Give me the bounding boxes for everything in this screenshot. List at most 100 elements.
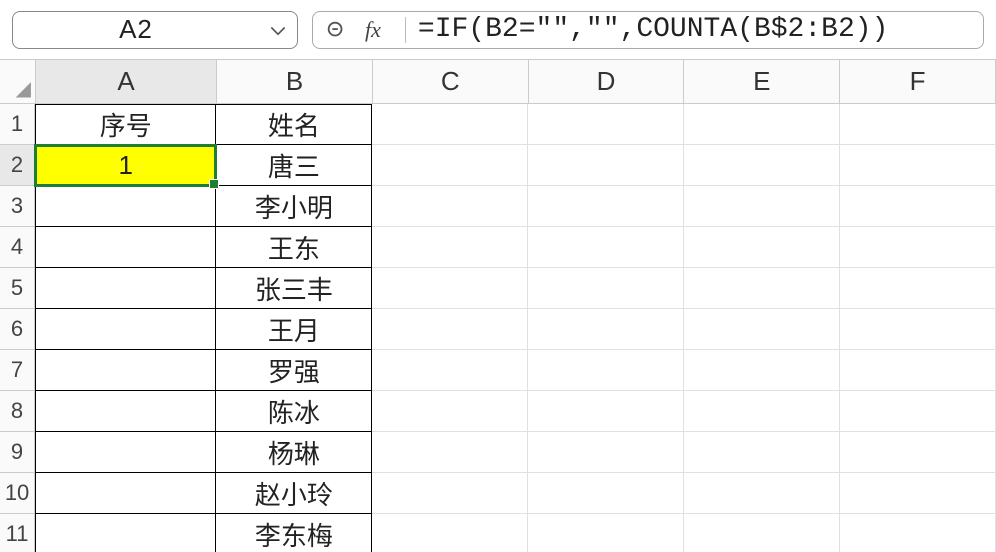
column-header-A[interactable]: A	[36, 60, 217, 104]
row-header-7[interactable]: 7	[0, 350, 35, 391]
grid-row: 4 王东	[0, 227, 996, 268]
cell-E1[interactable]	[684, 104, 840, 145]
cell-E8[interactable]	[684, 391, 840, 432]
cell-C7[interactable]	[372, 350, 528, 391]
formula-bar: A2 fx =IF(B2="","",COUNTA(B$2:B2))	[0, 0, 996, 60]
cell-D4[interactable]	[528, 227, 684, 268]
row-header-2[interactable]: 2	[0, 145, 35, 186]
row-header-6[interactable]: 6	[0, 309, 35, 350]
cell-B7[interactable]: 罗强	[216, 350, 372, 391]
row-header-3[interactable]: 3	[0, 186, 35, 227]
row-header-8[interactable]: 8	[0, 391, 35, 432]
cell-F6[interactable]	[840, 309, 996, 350]
grid-row: 21唐三	[0, 145, 996, 186]
cell-E10[interactable]	[684, 473, 840, 514]
cell-A6[interactable]	[35, 309, 216, 350]
cell-F7[interactable]	[840, 350, 996, 391]
cell-E5[interactable]	[684, 268, 840, 309]
row-header-4[interactable]: 4	[0, 227, 35, 268]
grid-row: 7 罗强	[0, 350, 996, 391]
cell-E3[interactable]	[684, 186, 840, 227]
cell-E11[interactable]	[684, 514, 840, 552]
grid-row: 1序号姓名	[0, 104, 996, 145]
column-header-C[interactable]: C	[373, 60, 529, 104]
chevron-down-icon	[268, 20, 288, 40]
grid-row: 8 陈冰	[0, 391, 996, 432]
cell-D7[interactable]	[528, 350, 684, 391]
cell-D2[interactable]	[528, 145, 684, 186]
cell-D3[interactable]	[528, 186, 684, 227]
cell-B6[interactable]: 王月	[216, 309, 372, 350]
cell-A9[interactable]	[35, 432, 216, 473]
fx-label[interactable]: fx	[365, 17, 381, 43]
cell-B3[interactable]: 李小明	[216, 186, 372, 227]
name-box[interactable]: A2	[12, 11, 298, 49]
row-header-9[interactable]: 9	[0, 432, 35, 473]
column-headers: ABCDEF	[36, 60, 996, 104]
row-header-10[interactable]: 10	[0, 473, 35, 514]
cell-C6[interactable]	[372, 309, 528, 350]
column-header-D[interactable]: D	[529, 60, 685, 104]
cell-D9[interactable]	[528, 432, 684, 473]
name-box-dropdown[interactable]	[259, 20, 297, 40]
cell-A5[interactable]	[35, 268, 216, 309]
column-header-F[interactable]: F	[840, 60, 996, 104]
cell-F1[interactable]	[840, 104, 996, 145]
cell-F2[interactable]	[840, 145, 996, 186]
grid-row: 11 李东梅	[0, 514, 996, 552]
cell-B11[interactable]: 李东梅	[216, 514, 372, 552]
cell-A2[interactable]: 1	[35, 145, 216, 186]
column-header-B[interactable]: B	[217, 60, 373, 104]
cell-F10[interactable]	[840, 473, 996, 514]
cell-C11[interactable]	[372, 514, 528, 552]
cell-E4[interactable]	[684, 227, 840, 268]
cell-C5[interactable]	[372, 268, 528, 309]
cell-D8[interactable]	[528, 391, 684, 432]
cell-F11[interactable]	[840, 514, 996, 552]
cell-A1[interactable]: 序号	[35, 104, 216, 145]
cell-F9[interactable]	[840, 432, 996, 473]
row-header-11[interactable]: 11	[0, 514, 35, 552]
row-header-5[interactable]: 5	[0, 268, 35, 309]
cell-C4[interactable]	[372, 227, 528, 268]
cell-D6[interactable]	[528, 309, 684, 350]
cell-D11[interactable]	[528, 514, 684, 552]
cell-D10[interactable]	[528, 473, 684, 514]
select-all-corner[interactable]: ◢	[0, 60, 36, 104]
cell-F4[interactable]	[840, 227, 996, 268]
cell-D1[interactable]	[528, 104, 684, 145]
cell-A7[interactable]	[35, 350, 216, 391]
column-header-E[interactable]: E	[684, 60, 840, 104]
cell-E2[interactable]	[684, 145, 840, 186]
cell-C10[interactable]	[372, 473, 528, 514]
cell-F8[interactable]	[840, 391, 996, 432]
cell-A4[interactable]	[35, 227, 216, 268]
cell-C9[interactable]	[372, 432, 528, 473]
cell-F3[interactable]	[840, 186, 996, 227]
cell-B4[interactable]: 王东	[216, 227, 372, 268]
cell-B5[interactable]: 张三丰	[216, 268, 372, 309]
cell-F5[interactable]	[840, 268, 996, 309]
cell-C3[interactable]	[372, 186, 528, 227]
cell-E7[interactable]	[684, 350, 840, 391]
cell-B8[interactable]: 陈冰	[216, 391, 372, 432]
cell-A11[interactable]	[35, 514, 216, 552]
cell-A8[interactable]	[35, 391, 216, 432]
cell-D5[interactable]	[528, 268, 684, 309]
row-header-1[interactable]: 1	[0, 104, 35, 145]
cell-A3[interactable]	[35, 186, 216, 227]
cell-C8[interactable]	[372, 391, 528, 432]
formula-input[interactable]: =IF(B2="","",COUNTA(B$2:B2))	[418, 14, 971, 45]
cell-B10[interactable]: 赵小玲	[216, 473, 372, 514]
grid-row: 9 杨琳	[0, 432, 996, 473]
cell-A10[interactable]	[35, 473, 216, 514]
cell-B2[interactable]: 唐三	[216, 145, 372, 186]
grid-row: 5 张三丰	[0, 268, 996, 309]
cell-C1[interactable]	[372, 104, 528, 145]
cell-B9[interactable]: 杨琳	[216, 432, 372, 473]
expand-formula-icon[interactable]	[325, 19, 347, 41]
cell-B1[interactable]: 姓名	[216, 104, 372, 145]
cell-E9[interactable]	[684, 432, 840, 473]
cell-E6[interactable]	[684, 309, 840, 350]
cell-C2[interactable]	[372, 145, 528, 186]
